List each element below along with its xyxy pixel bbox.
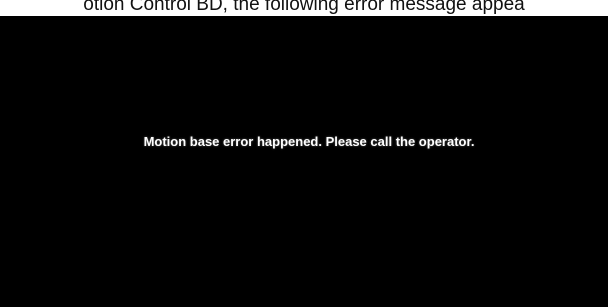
- error-message: Motion base error happened. Please call …: [143, 134, 475, 149]
- document-caption: otion Control BD, the following error me…: [83, 0, 525, 15]
- error-screen: Motion base error happened. Please call …: [0, 16, 608, 307]
- page: otion Control BD, the following error me…: [0, 0, 608, 307]
